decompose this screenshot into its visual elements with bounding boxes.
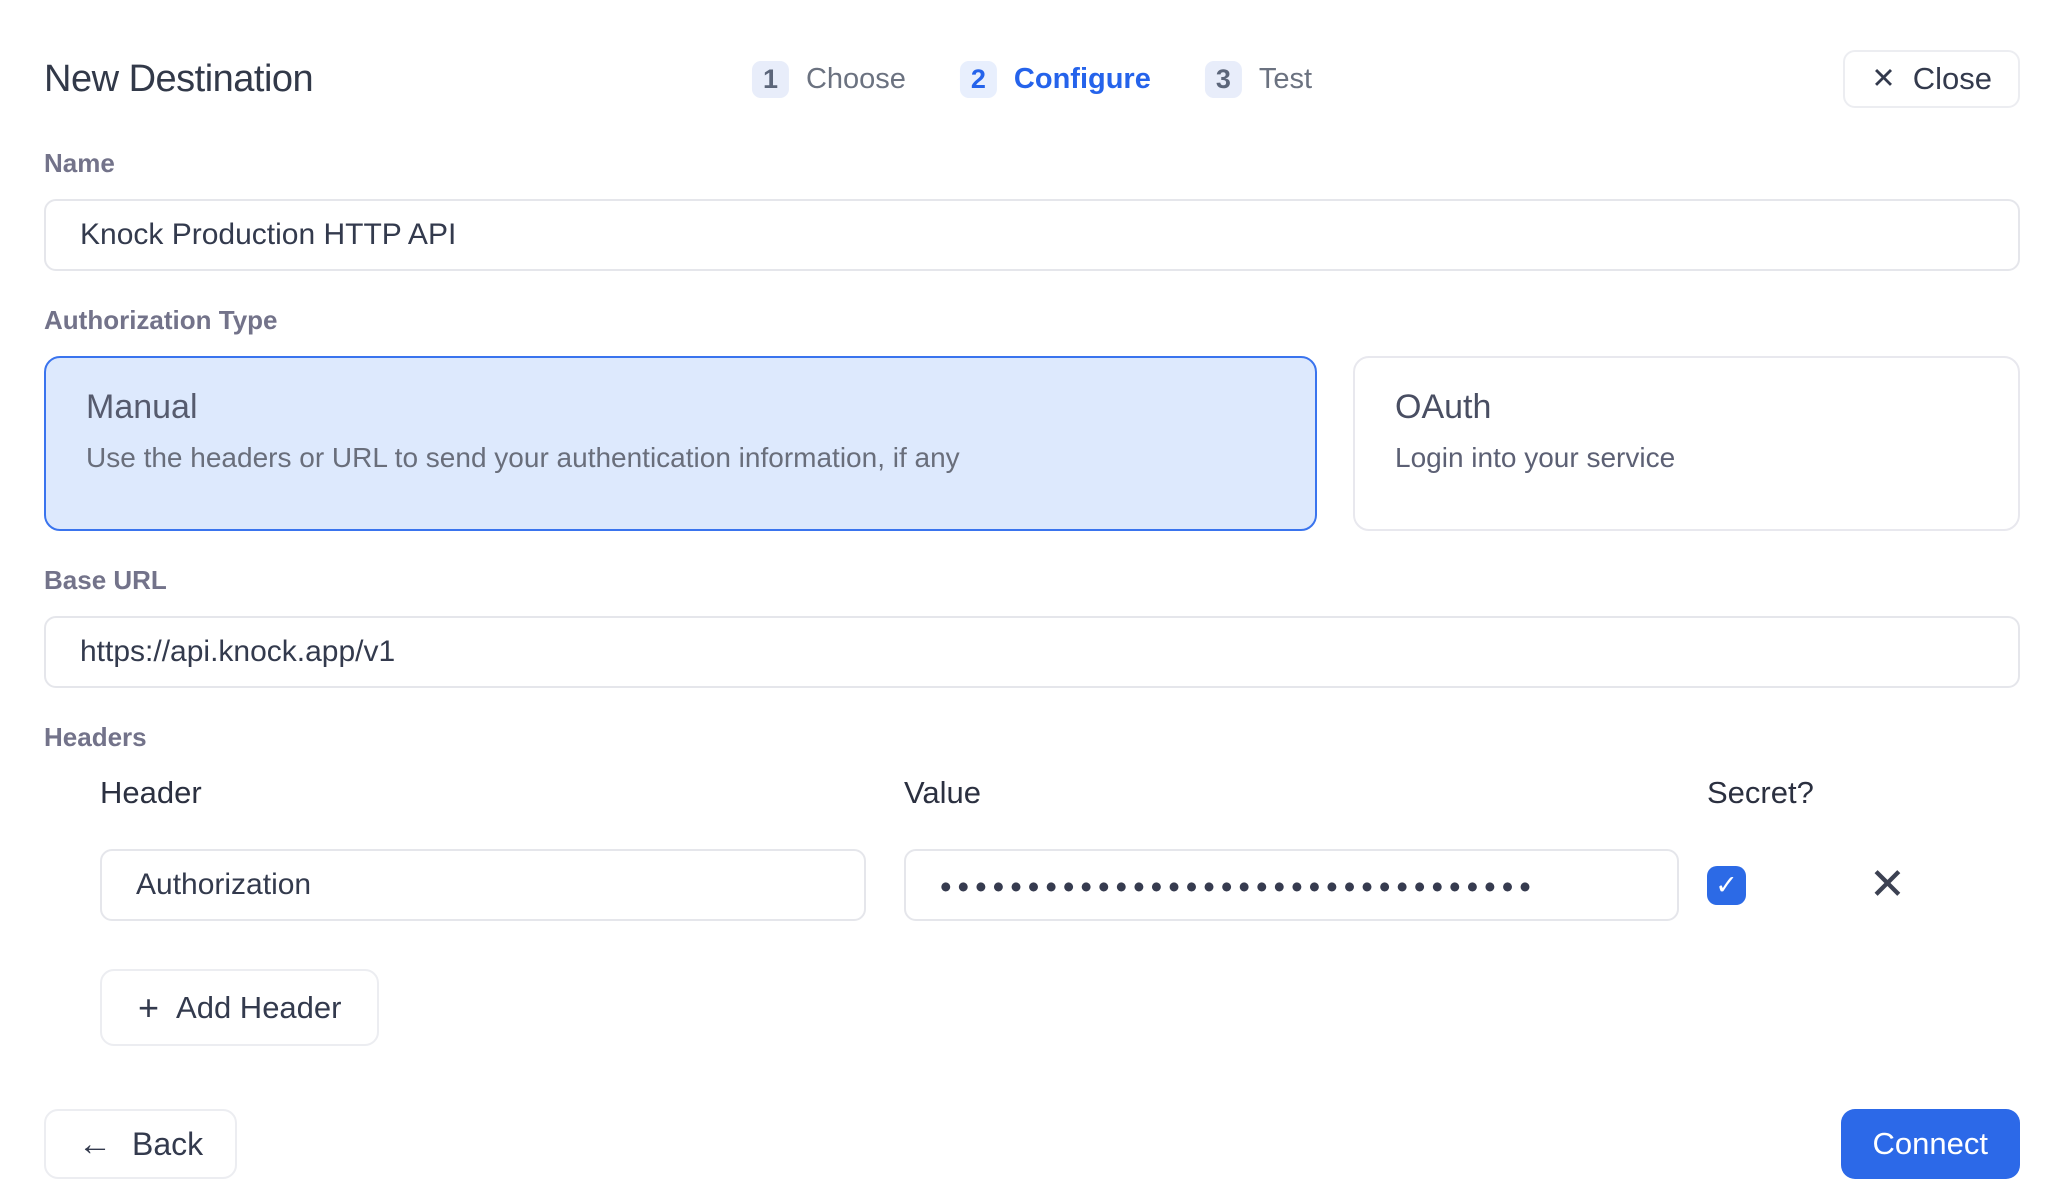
step-test-badge: 3 (1205, 61, 1242, 98)
dialog-header: New Destination 1 Choose 2 Configure 3 T… (44, 44, 2020, 114)
step-choose-badge: 1 (752, 61, 789, 98)
close-button[interactable]: ✕ Close (1843, 50, 2020, 108)
headers-column-row: Header Value Secret? (100, 775, 2020, 811)
name-label: Name (44, 148, 2020, 179)
remove-header-button[interactable]: ✕ (1869, 863, 1906, 907)
checkmark-icon: ✓ (1715, 872, 1738, 899)
authorization-type-label: Authorization Type (44, 305, 2020, 336)
step-test[interactable]: 3 Test (1205, 61, 1312, 98)
delete-x-icon: ✕ (1869, 860, 1906, 909)
header-name-input[interactable] (100, 849, 866, 921)
column-header-value: Value (904, 775, 1679, 811)
base-url-input[interactable] (44, 616, 2020, 688)
add-header-button-label: Add Header (176, 990, 341, 1026)
step-indicator: 1 Choose 2 Configure 3 Test (752, 61, 1312, 98)
name-input[interactable] (44, 199, 2020, 271)
step-choose[interactable]: 1 Choose (752, 61, 906, 98)
plus-icon: + (138, 990, 159, 1026)
close-icon: ✕ (1871, 65, 1895, 94)
step-configure-badge: 2 (960, 61, 997, 98)
step-configure-label: Configure (1014, 63, 1151, 96)
secret-cell: ✓ (1707, 866, 1857, 905)
dialog-footer: ← Back Connect (44, 1109, 2020, 1179)
column-header-header: Header (100, 775, 866, 811)
auth-option-oauth-description: Login into your service (1395, 442, 1978, 474)
auth-option-manual[interactable]: Manual Use the headers or URL to send yo… (44, 356, 1317, 531)
back-button[interactable]: ← Back (44, 1109, 237, 1179)
headers-label: Headers (44, 722, 2020, 753)
new-destination-dialog: New Destination 1 Choose 2 Configure 3 T… (0, 0, 2048, 1203)
step-choose-label: Choose (806, 63, 906, 96)
header-row: ✓ ✕ (100, 849, 2020, 921)
auth-option-manual-description: Use the headers or URL to send your auth… (86, 442, 1275, 474)
auth-option-oauth-title: OAuth (1395, 388, 1978, 427)
add-header-button[interactable]: + Add Header (100, 969, 379, 1046)
column-header-secret: Secret? (1707, 775, 1857, 811)
header-value-input[interactable] (904, 849, 1679, 921)
auth-option-manual-title: Manual (86, 388, 1275, 427)
step-configure[interactable]: 2 Configure (960, 61, 1151, 98)
headers-table: Header Value Secret? ✓ ✕ + Add Header (100, 773, 2020, 1046)
page-title: New Destination (44, 58, 313, 101)
secret-checkbox[interactable]: ✓ (1707, 866, 1746, 905)
authorization-type-options: Manual Use the headers or URL to send yo… (44, 356, 2020, 531)
step-test-label: Test (1259, 63, 1312, 96)
base-url-label: Base URL (44, 565, 2020, 596)
connect-button[interactable]: Connect (1841, 1109, 2020, 1179)
back-button-label: Back (132, 1126, 203, 1163)
close-button-label: Close (1913, 61, 1992, 97)
auth-option-oauth[interactable]: OAuth Login into your service (1353, 356, 2020, 531)
back-arrow-icon: ← (78, 1127, 112, 1161)
